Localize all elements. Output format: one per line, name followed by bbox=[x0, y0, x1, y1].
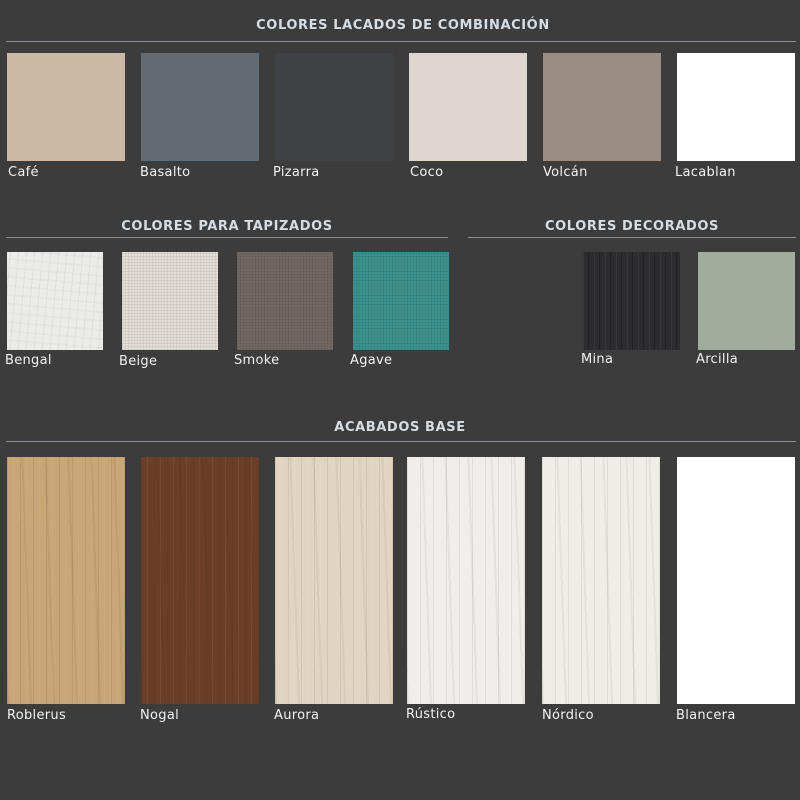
swatch-cafe[interactable] bbox=[7, 53, 125, 161]
label-beige: Beige bbox=[119, 354, 158, 369]
divider-tapizados bbox=[6, 237, 448, 238]
swatch-roblerus[interactable] bbox=[7, 457, 125, 704]
label-nogal: Nogal bbox=[140, 708, 180, 723]
swatch-aurora[interactable] bbox=[275, 457, 393, 704]
divider-base bbox=[6, 441, 796, 442]
swatch-pizarra[interactable] bbox=[275, 53, 393, 161]
label-arcilla: Arcilla bbox=[696, 352, 739, 367]
swatch-volcan[interactable] bbox=[543, 53, 661, 161]
swatch-bengal[interactable] bbox=[7, 252, 103, 350]
label-volcan: Volcán bbox=[543, 165, 588, 180]
section-title-lacados: COLORES LACADOS DE COMBINACIÓN bbox=[256, 18, 550, 33]
section-title-base: ACABADOS BASE bbox=[334, 420, 466, 435]
section-title-tapizados: COLORES PARA TAPIZADOS bbox=[121, 219, 333, 234]
label-aurora: Aurora bbox=[274, 708, 320, 723]
label-lacablan: Lacablan bbox=[675, 165, 736, 180]
label-smoke: Smoke bbox=[234, 353, 280, 368]
swatch-blancera[interactable] bbox=[677, 457, 795, 704]
swatch-arcilla[interactable] bbox=[698, 252, 795, 350]
label-bengal: Bengal bbox=[5, 353, 52, 368]
divider-lacados bbox=[6, 41, 796, 42]
swatch-rustico[interactable] bbox=[407, 457, 525, 704]
swatch-mina[interactable] bbox=[583, 252, 680, 350]
swatch-agave[interactable] bbox=[353, 252, 449, 350]
label-basalto: Basalto bbox=[140, 165, 191, 180]
label-nordico: Nórdico bbox=[542, 708, 594, 723]
label-roblerus: Roblerus bbox=[7, 708, 67, 723]
swatch-lacablan[interactable] bbox=[677, 53, 795, 161]
label-blancera: Blancera bbox=[676, 708, 736, 723]
section-title-decorados: COLORES DECORADOS bbox=[545, 219, 719, 234]
swatch-basalto[interactable] bbox=[141, 53, 259, 161]
divider-decorados bbox=[468, 237, 796, 238]
label-mina: Mina bbox=[581, 352, 614, 367]
swatch-coco[interactable] bbox=[409, 53, 527, 161]
swatch-nogal[interactable] bbox=[141, 457, 259, 704]
label-coco: Coco bbox=[410, 165, 444, 180]
label-cafe: Café bbox=[8, 165, 39, 180]
swatch-beige[interactable] bbox=[122, 252, 218, 350]
swatch-smoke[interactable] bbox=[237, 252, 333, 350]
label-agave: Agave bbox=[350, 353, 393, 368]
label-pizarra: Pizarra bbox=[273, 165, 320, 180]
label-rustico: Rústico bbox=[406, 707, 456, 722]
swatch-nordico[interactable] bbox=[542, 457, 660, 704]
